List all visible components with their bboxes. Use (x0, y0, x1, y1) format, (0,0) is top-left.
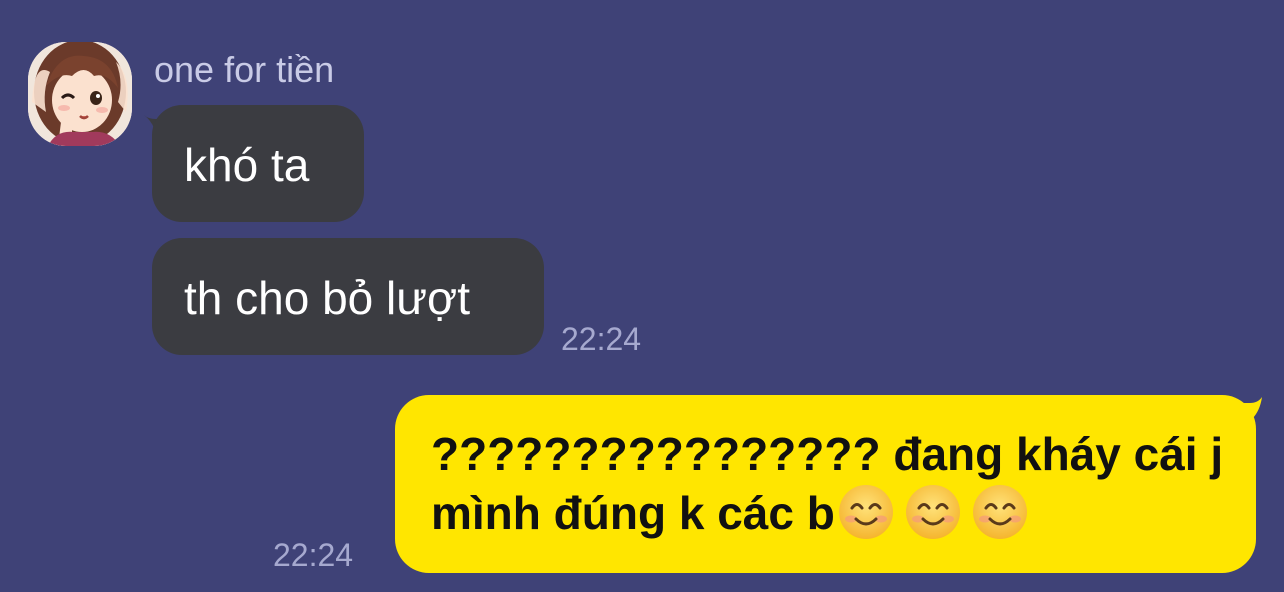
smiling-face-icon (905, 485, 960, 539)
message-text: khó ta (184, 139, 310, 191)
smiling-face-icon (838, 485, 893, 539)
message-text-line-2: mình đúng k các b (431, 483, 1226, 542)
incoming-timestamp: 22:24 (561, 321, 642, 357)
incoming-message-bubble[interactable]: khó ta (152, 105, 364, 222)
anime-girl-avatar-icon (28, 42, 132, 146)
message-text-line-1: ???????????????? đang kháy cái j (431, 428, 1224, 480)
sender-name: one for tiền (154, 49, 335, 90)
smiling-face-icon (972, 485, 1027, 539)
outgoing-timestamp: 22:24 (273, 537, 354, 573)
message-text: mình đúng k các b (431, 487, 835, 539)
outgoing-message-bubble[interactable]: ???????????????? đang kháy cái j mình đú… (395, 395, 1256, 573)
avatar[interactable] (28, 42, 132, 146)
incoming-message-bubble[interactable]: th cho bỏ lượt (152, 238, 544, 355)
message-text: th cho bỏ lượt (184, 272, 470, 324)
